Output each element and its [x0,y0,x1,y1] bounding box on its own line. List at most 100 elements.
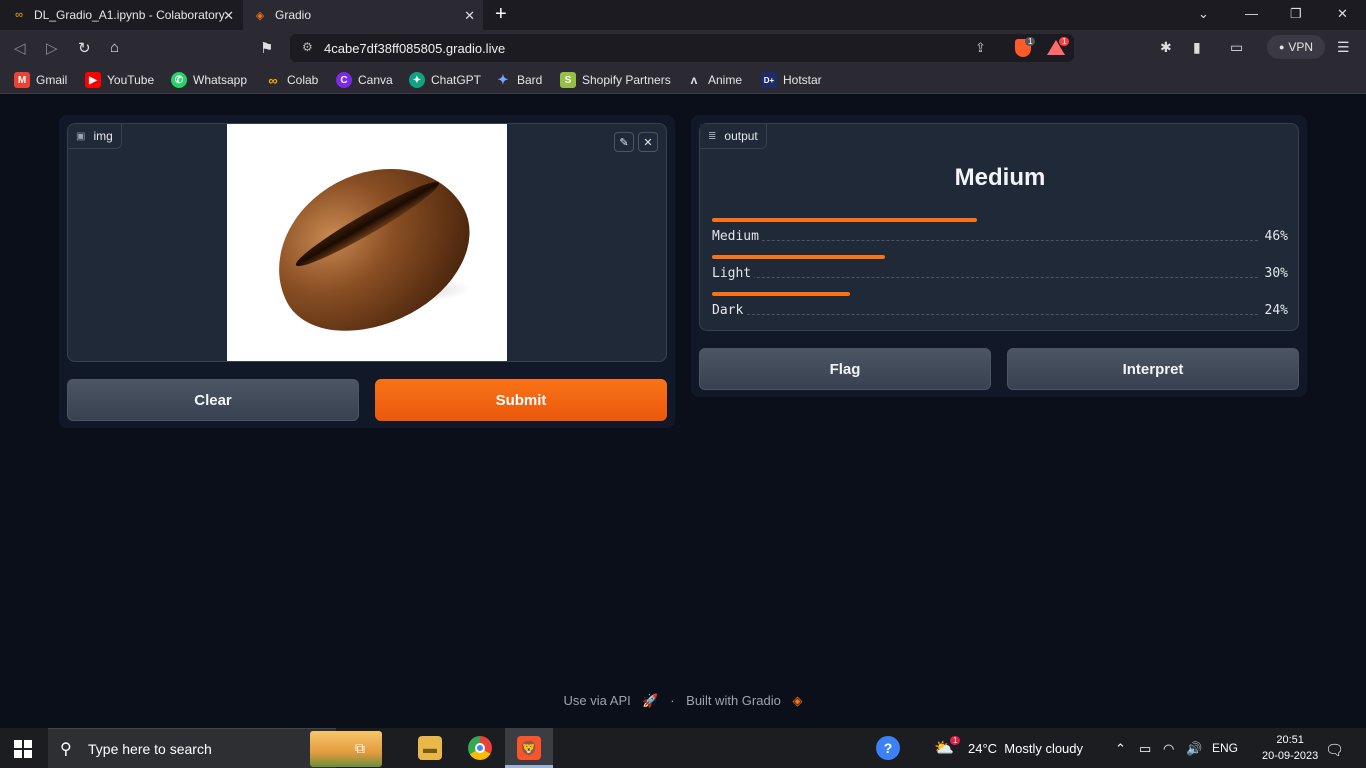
search-placeholder: Type here to search [88,741,212,757]
extensions-icon[interactable]: ✱ [1160,39,1172,56]
dotted-leader [712,277,1258,278]
tab-colab[interactable]: ∞ DL_Gradio_A1.ipynb - Colaboratory ✕ [0,0,242,30]
coffee-bean-image [227,124,507,361]
confidence-value: 24% [1261,303,1288,318]
confidence-label: Medium [712,229,762,244]
bookmark-shopify[interactable]: S Shopify Partners [560,72,671,88]
task-view-icon[interactable]: ⧉ [348,736,372,760]
confidence-row[interactable]: Light 30% [712,255,1288,291]
colab-icon: ∞ [268,72,278,88]
forward-button[interactable]: ▷ [46,39,58,57]
share-icon[interactable]: ⇪ [975,40,986,56]
windows-start-icon[interactable] [14,740,32,758]
dotted-leader [712,240,1258,241]
gradio-icon: ◈ [255,9,265,22]
shield-count-badge: 1 [1025,37,1036,46]
image-label-tag: ▣ img [68,124,122,149]
confidence-bar [712,218,977,222]
tab-title: DL_Gradio_A1.ipynb - Colaboratory [34,8,225,22]
edit-icon[interactable]: ✎ [614,132,634,152]
bookmark-label: Gmail [36,73,68,87]
minimize-button[interactable]: — [1245,6,1258,21]
gradio-logo-icon: ◈ [792,693,803,708]
use-via-api-link[interactable]: Use via API [564,693,631,708]
brave-icon[interactable]: 🦁 [517,736,541,760]
predicted-label: Medium [954,164,1046,191]
confidence-label: Light [712,266,755,281]
tray-chevron-icon[interactable]: ⌃ [1115,741,1126,757]
colab-icon: ∞ [15,9,23,21]
built-with-gradio-link[interactable]: Built with Gradio [686,693,781,708]
file-explorer-icon[interactable]: ▬ [418,736,442,760]
clear-button[interactable]: Clear [67,379,359,421]
windows-taskbar: ⚲ Type here to search ⧉ ▬ 🦁 ? ⛅ 1 24°C M… [0,728,1366,768]
interpret-button[interactable]: Interpret [1007,348,1299,390]
taskbar-search[interactable]: ⚲ Type here to search [48,728,382,768]
reload-button[interactable]: ↻ [78,39,91,57]
image-input[interactable]: ▣ img ✎ ✕ [67,123,667,362]
bookmark-hotstar[interactable]: D+ Hotstar [761,72,822,88]
bean-body [248,135,496,361]
bookmark-colab[interactable]: ∞ Colab [265,72,318,88]
battery-icon[interactable]: ▭ [1139,741,1151,757]
wallet-icon[interactable]: ▭ [1230,39,1243,56]
chrome-icon[interactable] [468,736,492,760]
submit-button[interactable]: Submit [375,379,667,421]
confidence-row[interactable]: Dark 24% [712,292,1288,328]
bookmark-gmail[interactable]: M Gmail [14,72,67,88]
close-window-button[interactable]: ✕ [1337,6,1348,22]
back-button[interactable]: ◁ [14,39,26,57]
volume-icon[interactable]: 🔊 [1186,741,1202,757]
confidence-bar [712,255,885,259]
whatsapp-icon: ✆ [171,72,187,88]
bookmark-youtube[interactable]: ▶ YouTube [85,72,154,88]
bookmark-bard[interactable]: ✦ Bard [495,72,543,88]
anime-icon: ʌ [690,73,698,87]
gradio-footer: Use via API 🚀 · Built with Gradio ◈ [0,693,1366,709]
flag-button[interactable]: Flag [699,348,991,390]
bookmark-label: YouTube [107,73,155,87]
home-button[interactable]: ⌂ [110,39,119,56]
vpn-button[interactable]: ● VPN [1267,35,1325,59]
language-indicator[interactable]: ENG [1212,741,1238,755]
confidence-value: 30% [1261,266,1288,281]
label-icon: ≣ [708,130,717,142]
wifi-icon[interactable]: ◠ [1163,741,1174,757]
help-icon[interactable]: ? [876,736,900,760]
close-tab-icon[interactable]: ✕ [223,8,234,24]
menu-icon[interactable]: ☰ [1337,39,1350,56]
shopify-icon: S [560,72,576,88]
close-tab-icon[interactable]: ✕ [464,8,475,24]
bookmark-canva[interactable]: C Canva [336,72,393,88]
dotted-leader [712,314,1258,315]
tab-gradio[interactable]: ◈ Gradio ✕ [243,0,483,30]
chatgpt-icon: ✦ [409,72,425,88]
tab-list-chevron-icon[interactable]: ⌄ [1198,6,1209,22]
sidebar-icon[interactable]: ▮ [1193,39,1201,56]
browser-tab-bar: ∞ DL_Gradio_A1.ipynb - Colaboratory ✕ ◈ … [0,0,1366,30]
output-label-tag: ≣ output [700,124,767,149]
bookmark-anime[interactable]: ʌ Anime [686,72,742,88]
url-text[interactable]: 4cabe7df38ff085805.gradio.live [324,41,505,56]
url-bar[interactable]: ⚙ 4cabe7df38ff085805.gradio.live ⇪ 1 1 [290,34,1074,62]
notification-icon[interactable]: 🗨 [1325,741,1344,759]
bookmark-icon[interactable]: ⚑ [260,39,273,57]
output-panel: ≣ output Medium Medium 46% Light 30% Dar… [691,115,1307,397]
bookmark-label: Colab [287,73,319,87]
browser-toolbar: ◁ ▷ ↻ ⌂ ⚑ ⚙ 4cabe7df38ff085805.gradio.li… [0,30,1366,66]
label-output: ≣ output Medium Medium 46% Light 30% Dar… [699,123,1299,331]
bookmark-whatsapp[interactable]: ✆ Whatsapp [171,72,247,88]
confidence-label: Dark [712,303,747,318]
confidence-row[interactable]: Medium 46% [712,218,1288,254]
confidence-value: 46% [1261,229,1288,244]
close-icon[interactable]: ✕ [638,132,658,152]
site-info-icon[interactable]: ⚙ [302,40,313,54]
weather-text[interactable]: 24°C Mostly cloudy [968,741,1083,756]
confidence-bar [712,292,851,296]
canva-icon: C [336,72,352,88]
taskbar-clock[interactable]: 20:51 20-09-2023 [1262,732,1318,764]
bookmark-chatgpt[interactable]: ✦ ChatGPT [409,72,481,88]
weather-badge: 1 [950,736,961,745]
new-tab-button[interactable]: + [495,3,507,26]
restore-button[interactable]: ❐ [1290,6,1302,22]
